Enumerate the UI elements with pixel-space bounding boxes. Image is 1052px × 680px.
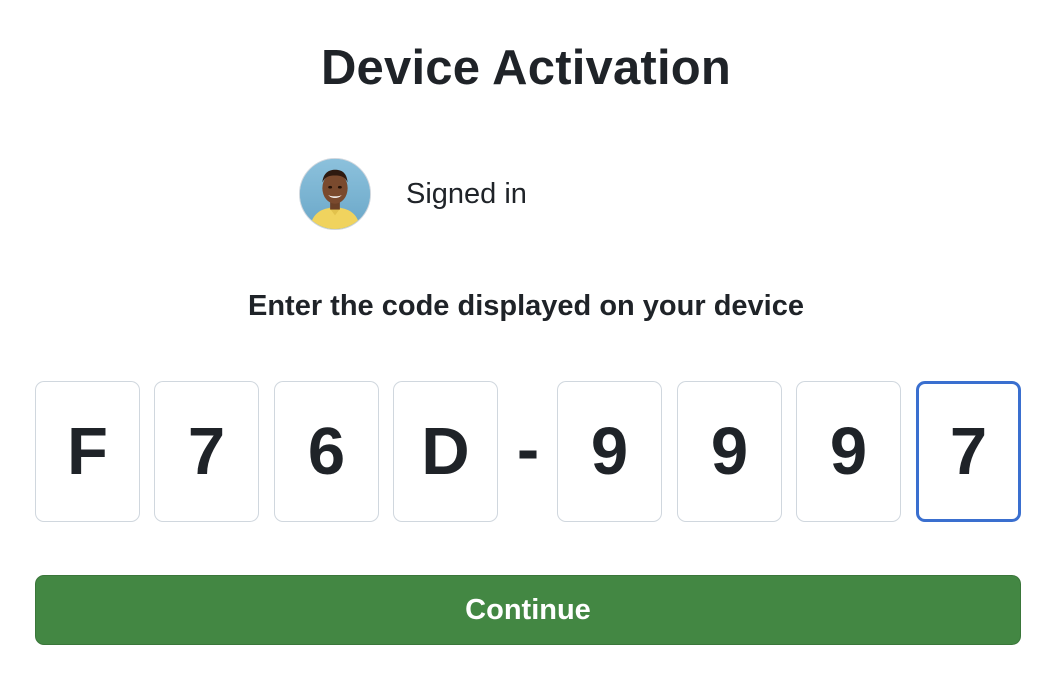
signed-in-status: Signed in	[406, 178, 527, 210]
code-char-input-5[interactable]	[557, 381, 662, 522]
code-char-input-1[interactable]	[35, 381, 140, 522]
avatar	[299, 158, 371, 230]
code-char-input-3[interactable]	[274, 381, 379, 522]
code-char-input-6[interactable]	[677, 381, 782, 522]
code-char-input-4[interactable]	[393, 381, 498, 522]
code-char-input-8[interactable]	[916, 381, 1021, 522]
code-instructions: Enter the code displayed on your device	[248, 290, 804, 322]
page-title: Device Activation	[320, 41, 732, 95]
code-separator: -	[516, 412, 540, 487]
code-char-input-7[interactable]	[796, 381, 901, 522]
signed-in-account: Signed in	[299, 157, 527, 231]
continue-button[interactable]: Continue	[35, 575, 1021, 645]
device-code-input: -	[35, 381, 1021, 522]
code-char-input-2[interactable]	[154, 381, 259, 522]
